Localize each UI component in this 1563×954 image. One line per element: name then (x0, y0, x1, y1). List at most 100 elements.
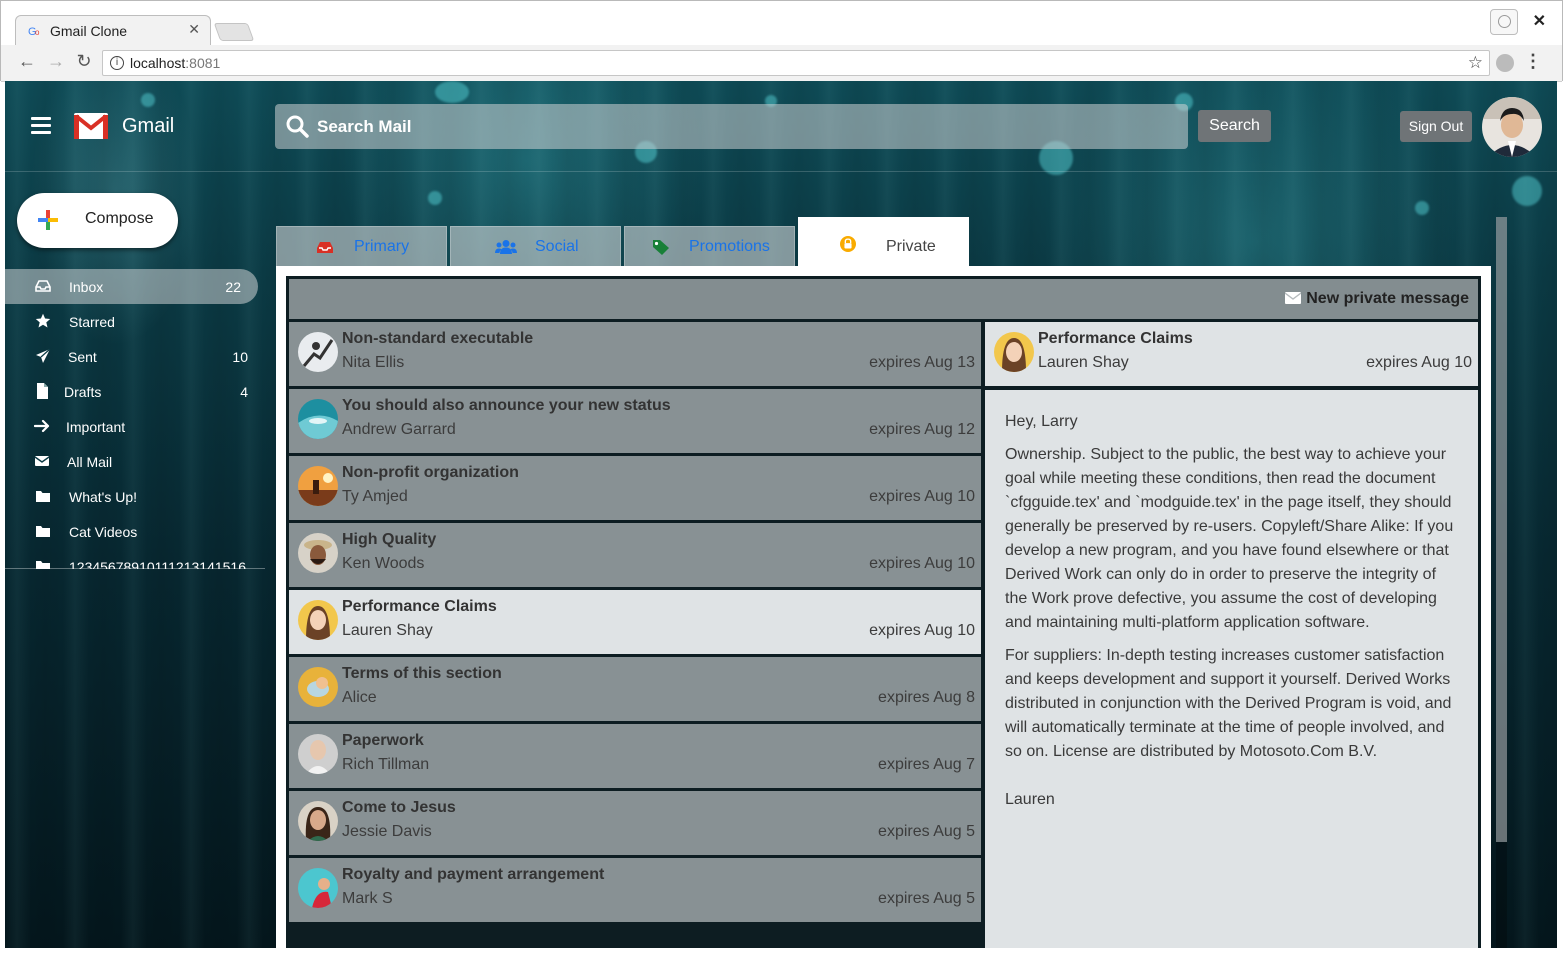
bokeh-light (1415, 201, 1429, 215)
list-item[interactable]: Terms of this section Alice expires Aug … (289, 657, 981, 721)
message-paragraph: Ownership. Subject to the public, the be… (1005, 446, 1454, 631)
back-icon[interactable]: ← (16, 51, 38, 72)
avatar (298, 466, 338, 506)
avatar (298, 801, 338, 841)
search-icon[interactable] (285, 114, 309, 138)
message-expiry: expires Aug 5 (878, 890, 975, 907)
tab-primary[interactable]: Primary (276, 226, 447, 266)
sidebar-item-inbox[interactable]: Inbox 22 (5, 269, 258, 304)
tag-icon (653, 240, 669, 255)
sidebar-item-label: All Mail (67, 454, 113, 470)
message-sender: Rich Tillman (342, 756, 430, 773)
folder-icon (36, 491, 50, 502)
info-icon[interactable]: i (110, 56, 124, 70)
search-button[interactable]: Search (1198, 110, 1271, 142)
message-subject: You should also announce your new status (342, 397, 671, 414)
reader-header: Performance Claims Lauren Shay expires A… (985, 322, 1478, 386)
list-item[interactable]: Royalty and payment arrangement Mark S e… (289, 858, 981, 922)
message-expiry: expires Aug 8 (878, 689, 975, 706)
avatar (298, 533, 338, 573)
sidebar-divider (5, 568, 265, 569)
message-sender: Ty Amjed (342, 488, 408, 505)
sidebar-item-starred[interactable]: Starred (5, 304, 265, 339)
list-item[interactable]: Come to Jesus Jessie Davis expires Aug 5 (289, 791, 981, 855)
new-private-message-button[interactable]: New private message (1285, 290, 1469, 308)
sidebar-item-label: Starred (69, 314, 115, 330)
extension-icon[interactable] (1496, 54, 1514, 72)
mail-panel: New private message Non-standard executa… (276, 266, 1491, 948)
message-expiry: expires Aug 13 (869, 354, 975, 371)
browser-tab-title: Gmail Clone (50, 23, 128, 39)
bokeh-light (435, 81, 469, 103)
tab-label: Social (535, 238, 579, 255)
message-sender: Nita Ellis (342, 354, 405, 371)
message-subject: Royalty and payment arrangement (342, 866, 605, 883)
sidebar-item-important[interactable]: Important (5, 409, 265, 444)
browser-tab[interactable]: G o Gmail Clone ✕ (15, 15, 211, 45)
avatar (298, 734, 338, 774)
sidebar-item-all-mail[interactable]: All Mail (5, 444, 265, 479)
message-sender: Alice (342, 689, 377, 706)
list-item[interactable]: Performance Claims Lauren Shay expires A… (289, 590, 981, 654)
compose-button[interactable]: Compose (17, 193, 178, 248)
search-bar (275, 104, 1188, 149)
address-bar[interactable]: i localhost:8081 ☆ (102, 50, 1490, 76)
folder-icon (36, 526, 50, 537)
scrollbar-thumb[interactable] (1496, 217, 1507, 842)
message-subject: Terms of this section (342, 665, 502, 682)
sidebar-item-label: Sent (68, 349, 97, 365)
reload-icon[interactable]: ↻ (73, 51, 95, 72)
mail-panel-inner: New private message Non-standard executa… (286, 276, 1481, 948)
list-item[interactable]: Paperwork Rich Tillman expires Aug 7 (289, 724, 981, 788)
message-reader: Performance Claims Lauren Shay expires A… (985, 322, 1478, 948)
header-divider (5, 171, 1557, 172)
tab-promotions[interactable]: Promotions (624, 226, 795, 266)
sidebar-item-numbers[interactable]: 12345678910111213141516 (5, 549, 265, 569)
send-icon (36, 348, 51, 363)
envelope-icon (1285, 292, 1302, 304)
avatar (298, 332, 338, 372)
file-icon (37, 383, 48, 399)
message-sender: Andrew Garrard (342, 421, 456, 438)
svg-text:o: o (35, 28, 40, 37)
list-item[interactable]: You should also announce your new status… (289, 389, 981, 453)
list-item[interactable]: Non-standard executable Nita Ellis expir… (289, 322, 981, 386)
sidebar-item-drafts[interactable]: Drafts 4 (5, 374, 265, 409)
sidebar-item-label: Important (66, 419, 126, 435)
url-text: localhost:8081 (130, 55, 221, 71)
avatar (298, 667, 338, 707)
sidebar-item-whats-up[interactable]: What's Up! (5, 479, 265, 514)
bookmark-star-icon[interactable]: ☆ (1468, 53, 1483, 73)
envelope-icon (34, 456, 50, 466)
browser-menu-icon[interactable]: ⋮ (1524, 51, 1542, 72)
message-subject: Performance Claims (342, 598, 497, 615)
avatar (994, 332, 1034, 372)
tab-label: Primary (354, 238, 410, 255)
tab-private[interactable]: Private (798, 217, 969, 266)
sign-out-button[interactable]: Sign Out (1400, 111, 1472, 142)
close-tab-icon[interactable]: ✕ (188, 21, 200, 38)
reader-expiry: expires Aug 10 (1366, 354, 1472, 371)
search-input[interactable] (317, 104, 1177, 149)
menu-hamburger-icon[interactable] (31, 117, 51, 134)
page-scrollbar[interactable] (1496, 217, 1507, 948)
message-sender: Ken Woods (342, 555, 425, 572)
tab-label: Promotions (689, 238, 770, 255)
window-close-icon[interactable]: ✕ (1533, 11, 1546, 31)
google-favicon-icon: G o (28, 26, 40, 38)
forward-icon[interactable]: → (45, 51, 67, 72)
user-avatar[interactable] (1482, 97, 1542, 157)
new-tab-button[interactable] (213, 23, 255, 41)
gmail-app: Gmail Search Sign Out Compose (5, 81, 1557, 948)
sidebar-item-label: Cat Videos (69, 524, 138, 540)
list-item[interactable]: High Quality Ken Woods expires Aug 10 (289, 523, 981, 587)
arrow-right-icon (34, 419, 50, 433)
sidebar-item-sent[interactable]: Sent 10 (5, 339, 265, 374)
message-subject: Come to Jesus (342, 799, 456, 816)
profile-icon[interactable] (1490, 9, 1518, 35)
users-icon (495, 240, 517, 254)
list-item[interactable]: Non-profit organization Ty Amjed expires… (289, 456, 981, 520)
bokeh-light (141, 93, 155, 107)
sidebar-item-cat-videos[interactable]: Cat Videos (5, 514, 265, 549)
tab-social[interactable]: Social (450, 226, 621, 266)
